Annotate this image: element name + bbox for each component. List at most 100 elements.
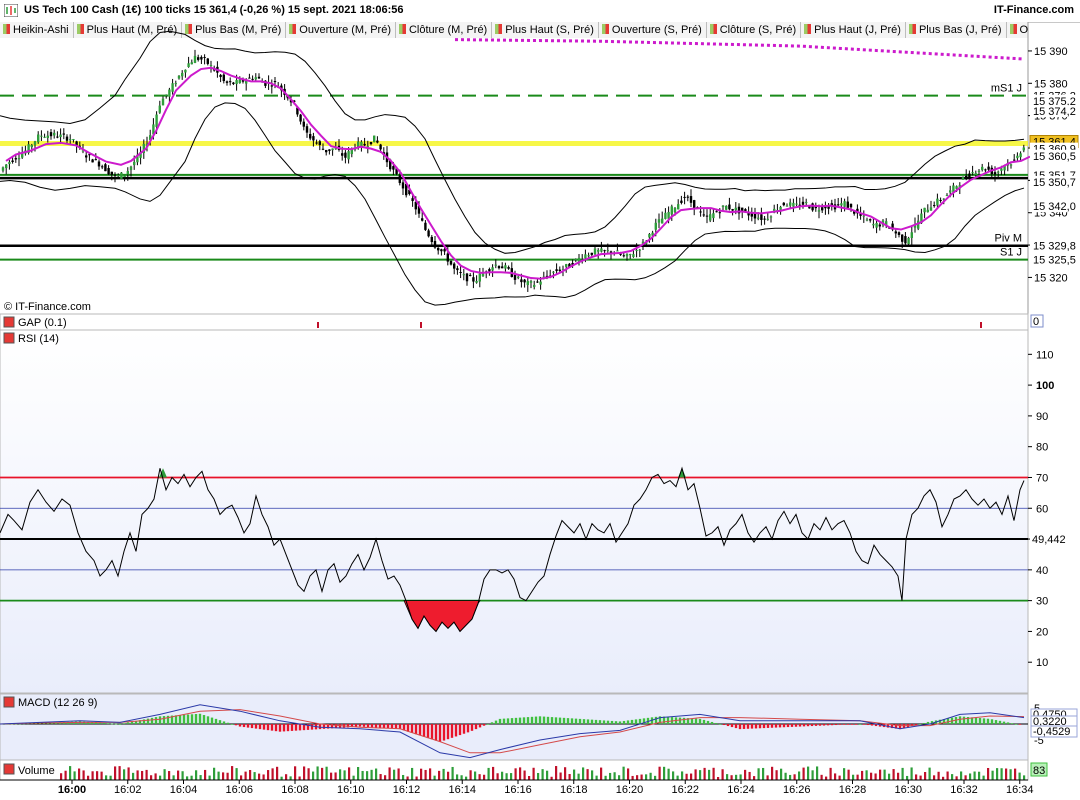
macd-histogram-bar [842, 724, 846, 725]
volume-bar [1005, 768, 1008, 780]
candle-body [699, 211, 702, 213]
macd-histogram-bar [602, 720, 606, 724]
macd-histogram-bar [798, 724, 802, 727]
volume-bar [645, 774, 648, 780]
volume-bar [996, 768, 999, 780]
macd-histogram-bar [206, 716, 210, 724]
macd-histogram-bar [722, 724, 726, 726]
candle-body [373, 135, 376, 143]
macd-histogram-bar [502, 718, 506, 724]
macd-histogram-bar [534, 716, 538, 724]
candle-body [968, 173, 971, 178]
macd-histogram-bar [786, 724, 790, 728]
candle-body [865, 219, 869, 221]
candle-body [584, 254, 587, 259]
volume-bar [240, 775, 243, 780]
rsi-y-tick-label: 40 [1036, 565, 1048, 577]
candle-body [305, 126, 309, 133]
volume-bar [1009, 769, 1012, 780]
volume-bar [303, 766, 306, 780]
volume-bar [559, 772, 562, 780]
volume-bar [721, 769, 724, 780]
candle-body [945, 194, 949, 196]
candle-body [411, 198, 414, 202]
macd-histogram-bar [582, 719, 586, 724]
macd-histogram-bar [866, 724, 870, 726]
volume-bar [703, 767, 706, 780]
volume-bar [339, 769, 342, 780]
macd-histogram-bar [438, 724, 442, 742]
volume-bar [1000, 768, 1003, 780]
macd-histogram-bar [98, 722, 102, 724]
chart-canvas[interactable]: 15 39015 38015 37015 36015 35015 34015 3… [0, 0, 1080, 800]
candle-body [472, 277, 475, 282]
macd-histogram-bar [806, 724, 810, 727]
candle-body [1016, 155, 1019, 159]
macd-histogram-bar [474, 724, 478, 730]
macd-histogram-bar [126, 722, 130, 724]
volume-bar [838, 775, 841, 780]
macd-histogram-bar [862, 724, 866, 725]
candle-body [181, 72, 184, 77]
candle-body [533, 284, 536, 287]
candle-body [616, 250, 619, 252]
volume-bar [127, 767, 130, 780]
volume-bar [109, 775, 112, 780]
macd-histogram-bar [830, 724, 834, 726]
macd-histogram-bar [598, 720, 602, 724]
volume-bar [991, 770, 994, 780]
volume-bar [366, 771, 369, 780]
candle-body [187, 63, 190, 68]
candle-body [225, 81, 229, 83]
candle-body [939, 199, 942, 201]
macd-histogram-bar [490, 722, 494, 724]
macd-histogram-bar [826, 724, 830, 726]
candle-body [501, 266, 504, 269]
macd-histogram-bar [550, 717, 554, 724]
candle-body [843, 201, 846, 207]
volume-bar [312, 771, 315, 780]
macd-histogram-bar [178, 715, 182, 724]
candle-body [965, 175, 968, 178]
candle-body [862, 215, 865, 217]
macd-histogram-bar [526, 717, 530, 724]
candle-body [462, 274, 465, 276]
volume-bar [654, 775, 657, 780]
candle-body [491, 267, 494, 271]
macd-histogram-bar [590, 719, 594, 724]
volume-bar [987, 767, 990, 780]
candle-body [565, 264, 568, 267]
candle-body [517, 276, 520, 278]
volume-bar [204, 769, 207, 780]
candle-body [689, 196, 693, 203]
macd-histogram-bar [914, 724, 918, 726]
gap-panel-label: GAP (0.1) [18, 317, 67, 329]
price-tag-label: 15 350,7 [1033, 177, 1076, 189]
macd-histogram-bar [234, 724, 238, 726]
volume-bar [960, 771, 963, 780]
volume-bar [919, 775, 922, 780]
volume-bar [609, 772, 612, 780]
rsi-y-tick-label: 100 [1036, 380, 1054, 392]
candle-body [30, 144, 33, 148]
macd-histogram-bar [822, 724, 826, 726]
volume-bar [780, 768, 783, 780]
candle-body [94, 159, 97, 161]
candle-body [1000, 168, 1003, 171]
macd-histogram-bar [974, 717, 978, 724]
macd-panel-label: MACD (12 26 9) [18, 697, 97, 709]
candle-body [331, 148, 334, 151]
macd-histogram-bar [482, 724, 486, 726]
volume-bar [622, 766, 625, 780]
candle-body [635, 250, 638, 252]
macd-histogram-bar [130, 721, 134, 724]
level-label: S1 J [1000, 247, 1022, 259]
candle-body [312, 136, 315, 141]
x-tick-label: 16:02 [114, 784, 142, 796]
level-label: Piv M [995, 233, 1023, 245]
candle-body [622, 255, 625, 257]
x-tick-label: 16:24 [727, 784, 755, 796]
macd-histogram-bar [518, 717, 522, 724]
candle-body [43, 136, 46, 138]
candle-body [552, 271, 555, 273]
